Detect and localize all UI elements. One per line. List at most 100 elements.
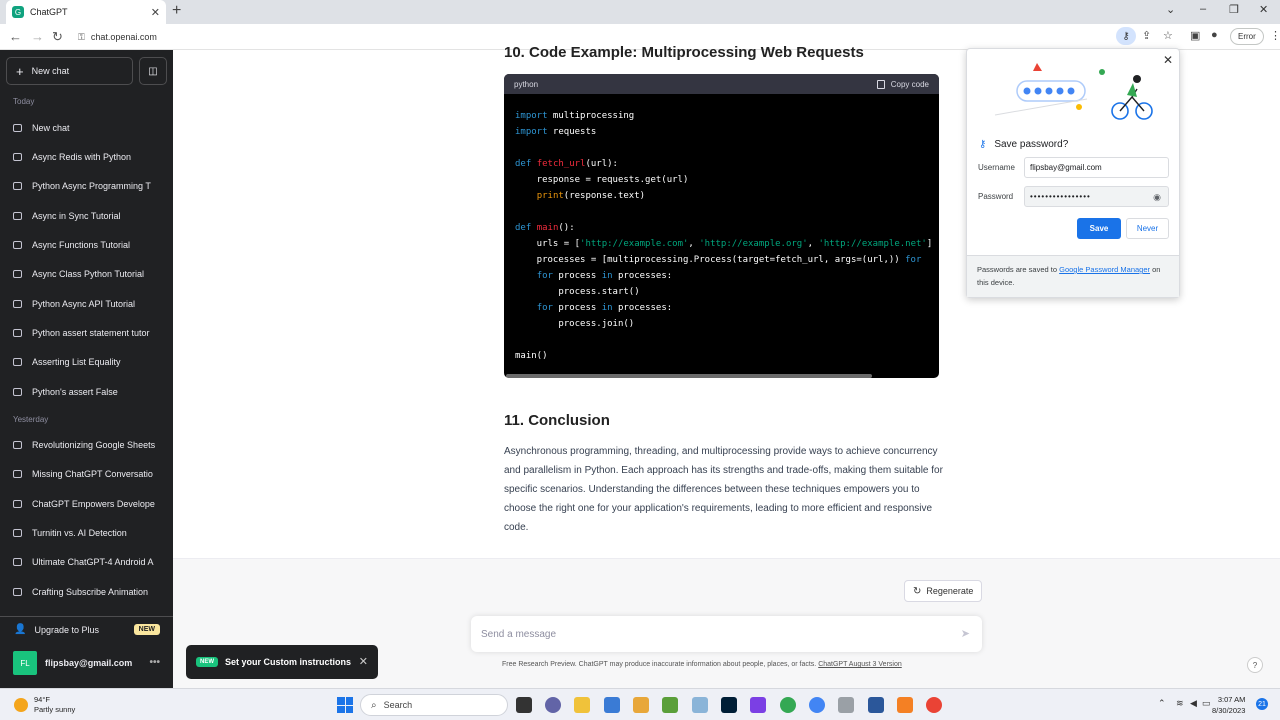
taskbar-search[interactable]: ⌕ Search bbox=[360, 694, 508, 716]
conclusion-paragraph: Asynchronous programming, threading, and… bbox=[504, 446, 943, 533]
url-text: chat.openai.com bbox=[90, 32, 157, 42]
history-item[interactable]: Turnitin vs. AI Detection bbox=[13, 523, 161, 543]
chrome-icon[interactable] bbox=[809, 697, 825, 713]
app-icon[interactable] bbox=[750, 697, 766, 713]
history-item[interactable]: New chat bbox=[13, 118, 161, 138]
app-icon[interactable] bbox=[868, 697, 884, 713]
weather-text: 94°F Partly sunny bbox=[34, 695, 75, 715]
temperature: 94°F bbox=[34, 695, 50, 704]
history-item[interactable]: Async in Sync Tutorial bbox=[13, 206, 161, 226]
clock-date: 8/30/2023 bbox=[1212, 706, 1246, 715]
password-field[interactable]: •••••••••••••••• ◉ bbox=[1024, 186, 1169, 207]
new-tab-icon[interactable]: + bbox=[172, 2, 181, 20]
app-icon[interactable] bbox=[662, 697, 678, 713]
task-view-icon[interactable] bbox=[516, 697, 532, 713]
history-item[interactable]: Async Class Python Tutorial bbox=[13, 264, 161, 284]
code-horizontal-scrollbar[interactable] bbox=[506, 374, 872, 378]
history-item-label: Ultimate ChatGPT-4 Android A bbox=[32, 557, 154, 567]
history-item[interactable]: Async Functions Tutorial bbox=[13, 235, 161, 255]
store-icon[interactable] bbox=[604, 697, 620, 713]
forward-icon[interactable]: → bbox=[31, 29, 44, 44]
chat-bubble-icon bbox=[13, 388, 22, 396]
chat-bubble-icon bbox=[13, 588, 22, 596]
browser-tab[interactable]: G ChatGPT ✕ bbox=[6, 0, 166, 24]
chatgpt-favicon-icon: G bbox=[12, 6, 24, 18]
password-value: •••••••••••••••• bbox=[1030, 192, 1091, 201]
side-panel-icon[interactable]: ▣ bbox=[1190, 29, 1200, 42]
show-password-eye-icon[interactable]: ◉ bbox=[1153, 192, 1162, 203]
new-chat-label: New chat bbox=[31, 66, 70, 76]
history-item-label: Python's assert False bbox=[32, 387, 118, 397]
custom-instructions-toast[interactable]: NEW Set your Custom instructions ✕ bbox=[186, 645, 378, 679]
copy-code-button[interactable]: Copy code bbox=[876, 79, 929, 89]
window-close-icon[interactable]: ✕ bbox=[1259, 3, 1268, 16]
chat-bubble-icon bbox=[13, 500, 22, 508]
windows-start-icon[interactable] bbox=[337, 697, 353, 713]
profile-icon[interactable]: ● bbox=[1211, 29, 1218, 41]
history-item[interactable]: Ultimate ChatGPT-4 Android A bbox=[13, 552, 161, 572]
notification-badge[interactable]: 21 bbox=[1256, 698, 1268, 710]
regenerate-label: Regenerate bbox=[926, 586, 974, 596]
app-icon[interactable] bbox=[692, 697, 708, 713]
help-button[interactable]: ? bbox=[1247, 657, 1263, 673]
restore-icon[interactable]: ❐ bbox=[1229, 3, 1239, 16]
minimize-icon[interactable]: – bbox=[1200, 3, 1206, 15]
account-menu-button[interactable]: FL flipsbay@gmail.com ••• bbox=[0, 648, 173, 678]
reload-icon[interactable]: ↻ bbox=[52, 29, 63, 45]
toast-close-icon[interactable]: ✕ bbox=[359, 655, 368, 668]
system-clock[interactable]: 3:07 AM 8/30/2023 bbox=[1212, 694, 1245, 716]
search-icon: ⌕ bbox=[371, 699, 377, 711]
more-options-icon[interactable]: ••• bbox=[149, 657, 160, 668]
toggle-sidebar-button[interactable]: ◫ bbox=[139, 57, 167, 85]
app-icon[interactable] bbox=[838, 697, 854, 713]
history-item[interactable]: Crafting Subscribe Animation bbox=[13, 582, 161, 602]
chrome-icon[interactable] bbox=[926, 697, 942, 713]
key-icon: ⚷ bbox=[979, 139, 987, 150]
history-item[interactable]: Python's assert False bbox=[13, 382, 161, 402]
share-icon[interactable]: ⇪ bbox=[1142, 29, 1151, 42]
weather-widget[interactable]: 94°F Partly sunny bbox=[14, 695, 75, 715]
chrome-icon[interactable] bbox=[780, 697, 796, 713]
back-icon[interactable]: ← bbox=[9, 29, 22, 44]
version-link[interactable]: ChatGPT August 3 Version bbox=[818, 661, 902, 668]
app-icon[interactable] bbox=[633, 697, 649, 713]
username-field[interactable]: flipsbay@gmail.com bbox=[1024, 157, 1169, 178]
regenerate-button[interactable]: ↻ Regenerate bbox=[904, 580, 983, 602]
never-save-button[interactable]: Never bbox=[1126, 218, 1169, 239]
history-item-label: Async Functions Tutorial bbox=[32, 240, 131, 250]
history-item[interactable]: ChatGPT Empowers Develope bbox=[13, 494, 161, 514]
history-item[interactable]: Async Redis with Python bbox=[13, 147, 161, 167]
save-password-button[interactable]: Save bbox=[1077, 218, 1121, 239]
history-item[interactable]: Python Async API Tutorial bbox=[13, 294, 161, 314]
dialog-title-text: Save password? bbox=[994, 139, 1069, 150]
site-info-icon[interactable]: ⚿ bbox=[78, 32, 85, 43]
chat-app-icon[interactable] bbox=[545, 697, 561, 713]
chat-bubble-icon bbox=[13, 558, 22, 566]
tray-chevron-icon[interactable]: ⌃ bbox=[1158, 698, 1166, 709]
dialog-close-icon[interactable]: ✕ bbox=[1163, 53, 1173, 67]
history-item[interactable]: Python assert statement tutor bbox=[13, 323, 161, 343]
battery-icon[interactable]: ▭ bbox=[1202, 698, 1211, 709]
send-icon[interactable]: ➤ bbox=[961, 627, 970, 640]
menu-kebab-icon[interactable]: ⋮ bbox=[1270, 29, 1280, 42]
file-explorer-icon[interactable] bbox=[574, 697, 590, 713]
history-item[interactable]: Asserting List Equality bbox=[13, 352, 161, 372]
history-item-label: Asserting List Equality bbox=[32, 357, 121, 367]
message-input[interactable]: Send a message ➤ bbox=[471, 616, 982, 652]
wifi-icon[interactable]: ≋ bbox=[1176, 698, 1184, 709]
history-item[interactable]: Missing ChatGPT Conversatio bbox=[13, 464, 161, 484]
history-item-label: Async Class Python Tutorial bbox=[32, 269, 145, 279]
upgrade-to-plus-button[interactable]: 👤 Upgrade to Plus NEW bbox=[0, 616, 173, 642]
new-chat-button[interactable]: + New chat bbox=[6, 57, 133, 85]
bookmark-star-icon[interactable]: ☆ bbox=[1163, 29, 1173, 42]
volume-icon[interactable]: ◀ bbox=[1190, 698, 1197, 709]
tab-close-icon[interactable]: ✕ bbox=[151, 6, 160, 19]
history-item[interactable]: Revolutionizing Google Sheets bbox=[13, 435, 161, 455]
error-button[interactable]: Error bbox=[1230, 28, 1264, 45]
vlc-icon[interactable] bbox=[897, 697, 913, 713]
tab-search-chevron-icon[interactable]: ⌄ bbox=[1166, 3, 1175, 16]
history-item[interactable]: Python Async Programming T bbox=[13, 176, 161, 196]
photoshop-icon[interactable] bbox=[721, 697, 737, 713]
password-key-icon[interactable]: ⚷ bbox=[1116, 27, 1136, 45]
password-manager-link[interactable]: Google Password Manager bbox=[1059, 265, 1150, 274]
